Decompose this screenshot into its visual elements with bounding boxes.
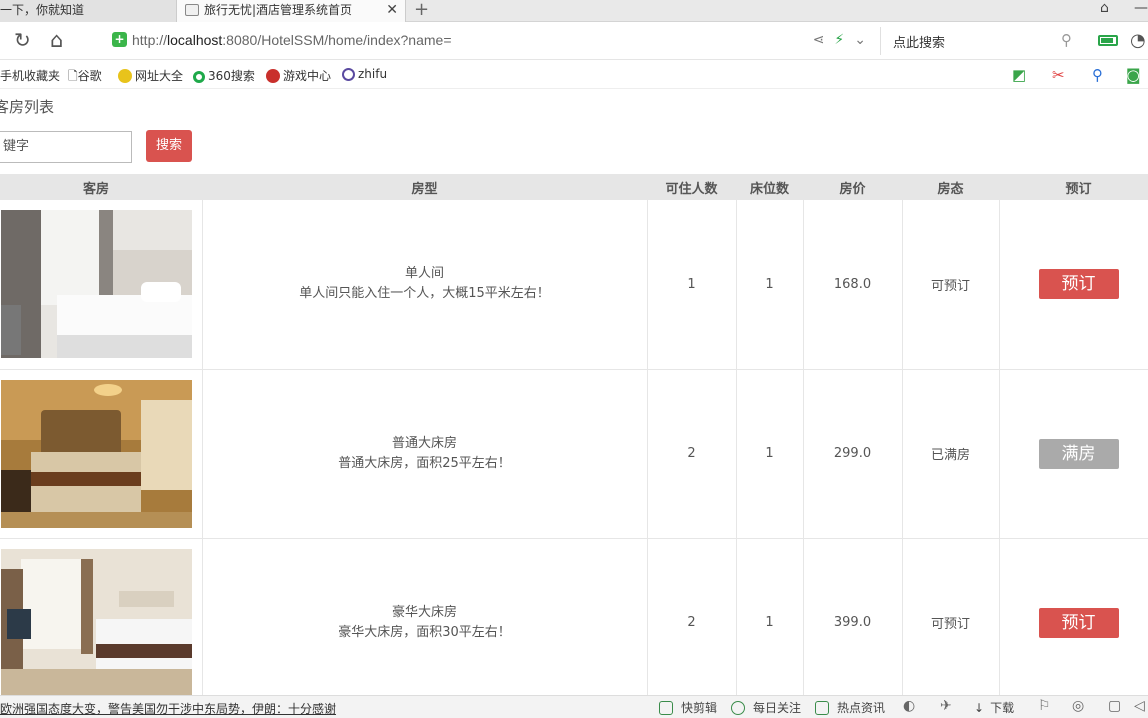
column-header: 预订 <box>999 174 1148 200</box>
column-header: 房价 <box>803 174 902 200</box>
document-icon: 🗋 <box>68 69 78 83</box>
hot-news-button[interactable]: 热点资讯 <box>815 699 885 716</box>
quick-clip-button[interactable]: 快剪辑 <box>659 699 717 716</box>
full-button[interactable]: 满房 <box>1038 438 1119 469</box>
minimize-icon[interactable]: — <box>1134 0 1148 16</box>
book-button[interactable]: 预订 <box>1038 269 1119 300</box>
bookmark-google[interactable]: 🗋谷歌 <box>68 67 102 88</box>
battery-icon <box>1098 35 1118 46</box>
price-cell: 399.0 <box>803 538 903 708</box>
room-type-name: 豪华大床房 <box>391 604 457 620</box>
room-table: 客房 房型 可住人数 床位数 房价 房态 预订 单人间 单人间只能入住一个人，大… <box>0 174 1148 708</box>
search-button[interactable]: 搜索 <box>146 130 192 162</box>
room-type-desc: 普通大床房，面积25平左右！ <box>338 455 511 471</box>
beds-cell: 1 <box>736 200 804 370</box>
window-icon[interactable]: ▢ <box>1108 698 1121 714</box>
download-button[interactable]: ↓ 下载 <box>974 699 1014 716</box>
secure-shield-icon: + <box>112 32 127 47</box>
column-header: 可住人数 <box>647 174 736 200</box>
room-photo-single <box>0 210 192 359</box>
room-type-name: 普通大床房 <box>391 435 457 451</box>
room-photo-standard-double <box>0 379 192 528</box>
column-header: 房型 <box>202 174 647 200</box>
navigation-bar: ↻ ⌂ + http://localhost:8080/HotelSSM/hom… <box>0 22 1148 60</box>
capacity-cell: 2 <box>647 369 737 539</box>
status-bar: 欧洲强国态度大变，警告美国勿干涉中东局势，伊朗：十分感谢 快剪辑 每日关注 热点… <box>0 695 1148 718</box>
column-header: 房态 <box>902 174 999 200</box>
room-type-name: 单人间 <box>404 266 444 282</box>
play-circle-icon <box>731 701 745 715</box>
refresh-icon[interactable]: ↻ <box>14 28 31 52</box>
tab-label: 一下，你就知道 <box>0 3 85 17</box>
beds-cell: 1 <box>736 538 804 708</box>
table-row: 普通大床房 普通大床房，面积25平左右！ 2 1 299.0 已满房 满房 <box>0 369 1148 539</box>
download-icon: ↓ <box>974 701 985 715</box>
new-tab-icon[interactable]: + <box>414 0 429 20</box>
room-type-cell: 豪华大床房 豪华大床房，面积30平左右！ <box>202 538 648 708</box>
tab-baidu[interactable]: 一下，你就知道 <box>0 0 176 22</box>
book-button[interactable]: 预订 <box>1038 607 1119 638</box>
news-ticker-link[interactable]: 欧洲强国态度大变，警告美国勿干涉中东局势，伊朗：十分感谢 <box>0 700 336 717</box>
globe-icon <box>342 68 355 81</box>
capacity-cell: 2 <box>647 538 737 708</box>
news-icon <box>815 701 829 715</box>
volume-icon[interactable]: ◁ <box>1134 698 1145 714</box>
user-icon[interactable]: ◔ <box>1130 30 1146 51</box>
gamepad-icon[interactable]: ◙ <box>1126 66 1141 84</box>
tab-strip: 一下，你就知道 旅行无忧|酒店管理系统首页 ✕ + ⌂ — <box>0 0 1148 22</box>
keyword-input[interactable]: 键字 <box>0 131 132 163</box>
search-box[interactable]: 点此搜索 ⚲ <box>880 27 1080 55</box>
room-type-desc: 单人间只能入住一个人，大概15平米左右！ <box>299 286 550 302</box>
flag-icon[interactable]: ⚐ <box>1038 698 1051 714</box>
status-cell: 已满房 <box>902 369 1000 539</box>
status-cell: 可预订 <box>902 200 1000 370</box>
room-photo-deluxe-double <box>0 548 192 697</box>
daily-follow-button[interactable]: 每日关注 <box>731 699 801 716</box>
room-type-cell: 普通大床房 普通大床房，面积25平左右！ <box>202 369 648 539</box>
hao-icon <box>118 69 132 83</box>
beds-cell: 1 <box>736 369 804 539</box>
room-type-desc: 豪华大床房，面积30平左右！ <box>338 624 511 640</box>
column-header: 床位数 <box>736 174 803 200</box>
magnifier-icon[interactable]: ⚲ <box>1092 66 1103 84</box>
video-clip-icon <box>659 701 673 715</box>
tab-label: 旅行无忧|酒店管理系统首页 <box>204 3 353 17</box>
bookmarks-bar: 手机收藏夹 🗋谷歌 网址大全 360搜索 游戏中心 zhifu ◩ ✂ ⚲ ◙ <box>0 61 1148 89</box>
tab-hotel-home[interactable]: 旅行无忧|酒店管理系统首页 ✕ <box>176 0 406 22</box>
status-cell: 可预订 <box>902 538 1000 708</box>
column-header: 客房 <box>0 174 202 200</box>
screenshot-scissors-icon[interactable]: ✂ <box>1052 66 1065 84</box>
game-icon <box>266 69 280 83</box>
home-icon[interactable]: ⌂ <box>50 28 63 52</box>
cleanup-icon[interactable]: ◎ <box>1072 698 1084 714</box>
address-tools: ⋖ ⚡ ⌄ <box>813 32 866 48</box>
close-tab-icon[interactable]: ✕ <box>386 0 398 20</box>
table-header-row: 客房 房型 可住人数 床位数 房价 房态 预订 <box>0 174 1148 200</box>
bookmark-game-center[interactable]: 游戏中心 <box>266 67 331 84</box>
page-favicon-icon <box>185 4 199 16</box>
capacity-cell: 1 <box>647 200 737 370</box>
share-icon[interactable]: ⋖ <box>813 32 825 48</box>
shirt-skin-icon[interactable]: ⌂ <box>1100 0 1109 16</box>
chevron-down-icon[interactable]: ⌄ <box>854 32 866 48</box>
table-row: 单人间 单人间只能入住一个人，大概15平米左右！ 1 1 168.0 可预订 预… <box>0 200 1148 370</box>
speed-mode-icon[interactable]: ⚡ <box>834 32 844 48</box>
translate-icon[interactable]: ◩ <box>1012 66 1026 84</box>
bookmark-hao360[interactable]: 网址大全 <box>118 67 183 84</box>
price-cell: 299.0 <box>803 369 903 539</box>
pin-icon[interactable]: ✈ <box>940 698 952 714</box>
bookmark-zhifu[interactable]: zhifu <box>342 67 387 81</box>
table-row: 豪华大床房 豪华大床房，面积30平左右！ 2 1 399.0 可预订 预订 <box>0 538 1148 708</box>
address-bar[interactable]: + http://localhost:8080/HotelSSM/home/in… <box>106 27 874 55</box>
bookmark-360-search[interactable]: 360搜索 <box>193 67 255 84</box>
speed-icon[interactable]: ◐ <box>903 698 915 714</box>
bookmark-mobile-favorites[interactable]: 手机收藏夹 <box>0 67 60 84</box>
price-cell: 168.0 <box>803 200 903 370</box>
room-type-cell: 单人间 单人间只能入住一个人，大概15平米左右！ <box>202 200 648 370</box>
url-text[interactable]: http://localhost:8080/HotelSSM/home/inde… <box>132 32 452 48</box>
search360-icon <box>193 71 205 83</box>
search-input[interactable]: 点此搜索 <box>893 32 945 51</box>
page-title: 客房列表 <box>0 98 55 116</box>
search-icon[interactable]: ⚲ <box>1061 31 1072 49</box>
